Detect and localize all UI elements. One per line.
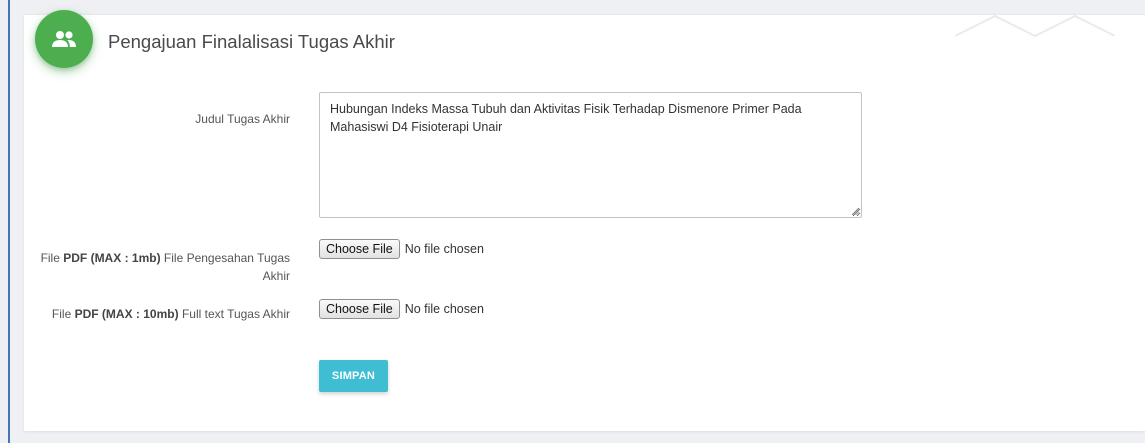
title-textarea-value: Hubungan Indeks Massa Tubuh dan Aktivita…	[330, 102, 802, 134]
file-fulltext-label: File PDF (MAX : 10mb) Full text Tugas Ak…	[40, 305, 290, 323]
form-card	[24, 14, 1145, 431]
page-title: Pengajuan Finalalisasi Tugas Akhir	[108, 31, 395, 52]
file-fulltext-label-suffix: Full text Tugas Akhir	[178, 307, 290, 321]
file-pengesahan-label-limit: PDF (MAX : 1mb)	[63, 251, 161, 265]
file-fulltext-input[interactable]: Choose File No file chosen	[319, 299, 484, 319]
title-label: Judul Tugas Akhir	[195, 112, 290, 126]
simpan-button[interactable]: SIMPAN	[319, 360, 388, 392]
file-fulltext-status: No file chosen	[404, 302, 484, 316]
choose-file-fulltext-button[interactable]: Choose File	[319, 299, 400, 319]
people-icon	[52, 31, 76, 47]
file-fulltext-label-prefix: File	[51, 307, 75, 321]
file-fulltext-label-limit: PDF (MAX : 10mb)	[74, 307, 179, 321]
header-icon-badge	[35, 10, 93, 68]
file-pengesahan-label: File PDF (MAX : 1mb) File Pengesahan Tug…	[40, 249, 290, 285]
title-textarea[interactable]: Hubungan Indeks Massa Tubuh dan Aktivita…	[319, 92, 862, 218]
resize-grip-icon[interactable]	[851, 207, 859, 215]
file-pengesahan-label-suffix: File Pengesahan Tugas Akhir	[160, 251, 290, 283]
decorative-pattern	[955, 14, 1115, 38]
file-pengesahan-input[interactable]: Choose File No file chosen	[319, 239, 484, 259]
file-pengesahan-label-prefix: File	[40, 251, 64, 265]
file-pengesahan-status: No file chosen	[404, 242, 484, 256]
choose-file-pengesahan-button[interactable]: Choose File	[319, 239, 400, 259]
